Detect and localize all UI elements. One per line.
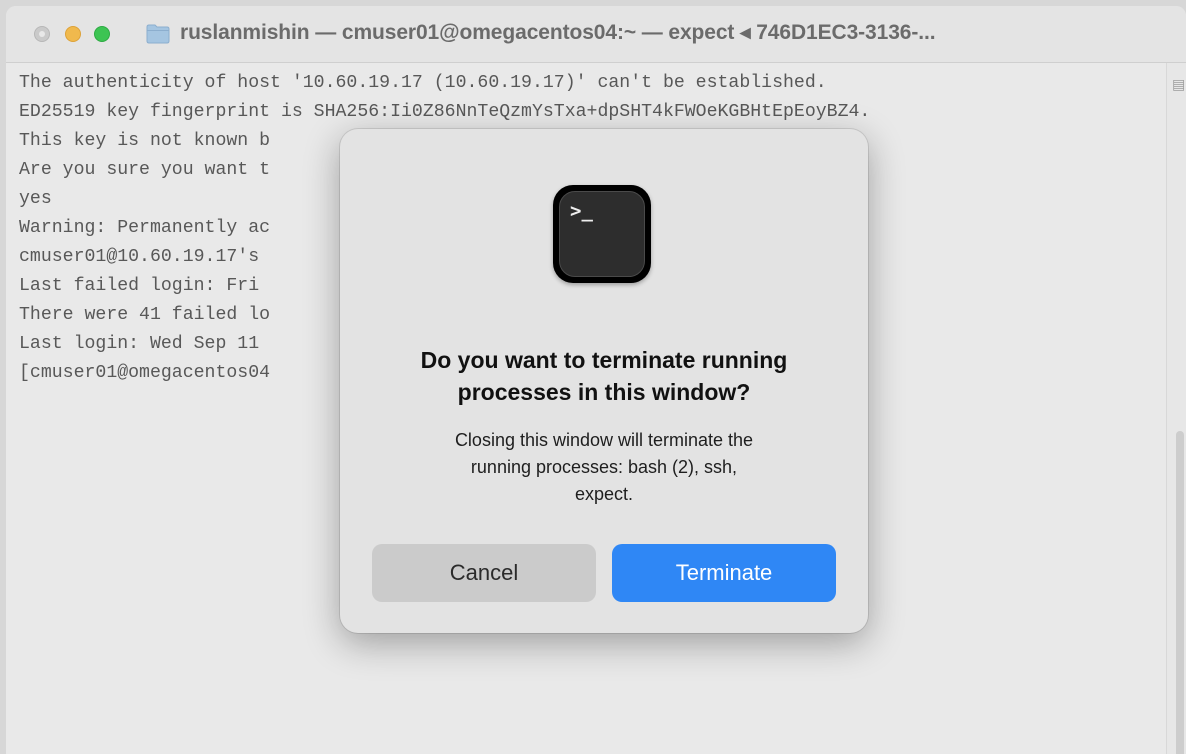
dialog-title: Do you want to terminate running process… [360, 344, 848, 408]
dialog-title-line: Do you want to terminate running [420, 347, 788, 373]
dialog-message: Closing this window will terminate the r… [385, 427, 823, 508]
dialog-title-line: processes in this window? [457, 379, 751, 405]
dialog-message-line: expect. [574, 484, 634, 504]
cancel-button[interactable]: Cancel [372, 544, 596, 602]
terminal-app-icon: >_ [553, 185, 651, 283]
terminate-processes-dialog: >_ Do you want to terminate running proc… [340, 129, 868, 633]
terminate-button[interactable]: Terminate [612, 544, 836, 602]
dialog-message-line: running processes: bash (2), ssh, [470, 457, 738, 477]
prompt-glyph: >_ [570, 200, 593, 222]
dialog-message-line: Closing this window will terminate the [454, 430, 754, 450]
